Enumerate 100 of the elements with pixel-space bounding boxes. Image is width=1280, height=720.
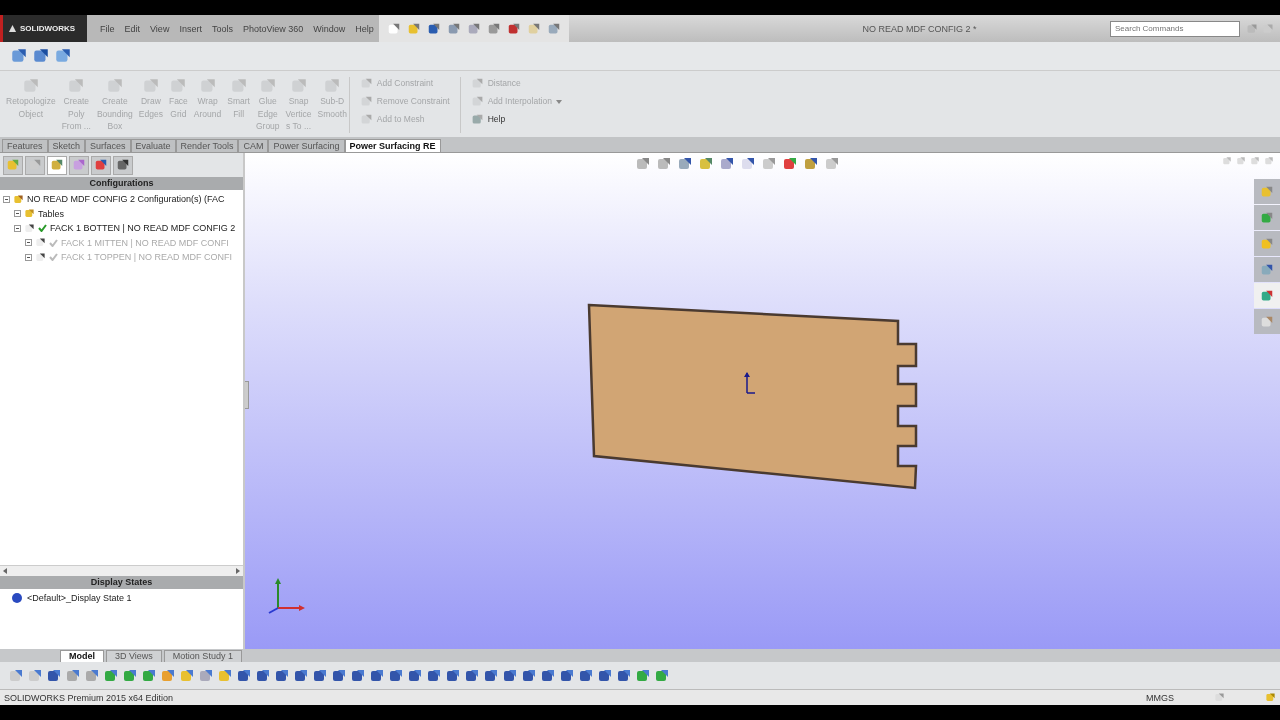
toolbar-icon[interactable] xyxy=(597,667,613,684)
tree-item[interactable]: FACK 1 MITTEN | NO READ MDF CONFI xyxy=(61,237,229,248)
toolbar-icon[interactable] xyxy=(426,667,442,684)
toolbar-icon[interactable] xyxy=(521,667,537,684)
toolbar-icon[interactable] xyxy=(483,667,499,684)
toolbar-icon[interactable] xyxy=(160,667,176,684)
command-tab[interactable]: Surfaces xyxy=(85,139,131,152)
view-tool-icon[interactable] xyxy=(656,156,672,172)
toolbar-icon[interactable] xyxy=(369,667,385,684)
toolbar-icon[interactable] xyxy=(526,21,541,36)
window-control-icon[interactable] xyxy=(1250,156,1260,166)
menu-item[interactable]: PhotoView 360 xyxy=(237,23,309,34)
toolbar-icon[interactable] xyxy=(388,667,404,684)
model-tab[interactable]: Motion Study 1 xyxy=(163,650,242,662)
toolbar-icon[interactable] xyxy=(312,667,328,684)
toolbar-icon[interactable] xyxy=(255,667,271,684)
toolbar-icon[interactable] xyxy=(331,667,347,684)
collapse-icon[interactable] xyxy=(14,224,21,232)
toolbar-icon[interactable] xyxy=(8,667,24,684)
task-pane-tab[interactable] xyxy=(1254,205,1280,230)
command-tab[interactable]: Power Surfacing RE xyxy=(344,139,441,152)
tool-icon[interactable] xyxy=(470,113,484,126)
toolbar-icon[interactable] xyxy=(103,667,119,684)
toolbar-icon[interactable] xyxy=(27,667,43,684)
command-tab[interactable]: CAM xyxy=(238,139,269,152)
window-control-icon[interactable] xyxy=(1222,156,1232,166)
collapse-icon[interactable] xyxy=(3,195,10,203)
menu-item[interactable]: Insert xyxy=(174,23,207,34)
command-tab[interactable]: Evaluate xyxy=(130,139,176,152)
command-tab[interactable]: Features xyxy=(2,139,48,152)
toolbar-icon[interactable] xyxy=(179,667,195,684)
menu-item[interactable]: Tools xyxy=(206,23,238,34)
toolbar-icon[interactable] xyxy=(141,667,157,684)
task-pane-tab[interactable] xyxy=(1254,179,1280,204)
scroll-left-icon[interactable] xyxy=(3,568,7,574)
view-tool-icon[interactable] xyxy=(635,156,651,172)
toolbar-icon[interactable] xyxy=(445,667,461,684)
status-icon[interactable] xyxy=(1214,692,1225,703)
toolbar-icon[interactable] xyxy=(654,667,670,684)
toolbar-icon[interactable] xyxy=(616,667,632,684)
view-tool-icon[interactable] xyxy=(698,156,714,172)
tree-item[interactable]: NO READ MDF CONFIG 2 Configuration(s) (FAC xyxy=(27,194,225,205)
toolbar-icon[interactable] xyxy=(426,21,441,36)
toolbar-icon[interactable] xyxy=(54,47,72,65)
toolbar-icon[interactable] xyxy=(559,667,575,684)
menu-item[interactable]: Help xyxy=(350,23,379,34)
toolbar-icon[interactable] xyxy=(65,667,81,684)
model-tab[interactable]: Model xyxy=(60,650,104,662)
panel-tab[interactable] xyxy=(91,155,111,175)
view-tool-icon[interactable] xyxy=(677,156,693,172)
toolbar-icon[interactable] xyxy=(506,21,521,36)
toolbar-icon[interactable] xyxy=(635,667,651,684)
command-tab[interactable]: Render Tools xyxy=(175,139,239,152)
scroll-right-icon[interactable] xyxy=(236,568,240,574)
tree-item[interactable]: Tables xyxy=(38,208,64,219)
board-drawing[interactable] xyxy=(587,303,918,490)
toolbar-icon[interactable] xyxy=(406,21,421,36)
toolbar-icon[interactable] xyxy=(350,667,366,684)
toolbar-icon[interactable] xyxy=(236,667,252,684)
toolbar-icon[interactable] xyxy=(10,47,28,65)
task-pane-tab[interactable] xyxy=(1254,257,1280,282)
tree-item[interactable]: FACK 1 BOTTEN | NO READ MDF CONFIG 2 xyxy=(50,223,236,234)
ribbon-button[interactable]: Help xyxy=(470,113,562,126)
menu-item[interactable]: File xyxy=(95,23,120,34)
toolbar-icon[interactable] xyxy=(84,667,100,684)
toolbar-icon[interactable] xyxy=(446,21,461,36)
task-pane-tab[interactable] xyxy=(1254,231,1280,256)
view-tool-icon[interactable] xyxy=(740,156,756,172)
toolbar-icon[interactable] xyxy=(464,667,480,684)
toolbar-icon[interactable] xyxy=(407,667,423,684)
toolbar-icon[interactable] xyxy=(293,667,309,684)
toolbar-icon[interactable] xyxy=(217,667,233,684)
horizontal-scrollbar[interactable] xyxy=(0,565,243,576)
view-tool-icon[interactable] xyxy=(719,156,735,172)
view-tool-icon[interactable] xyxy=(803,156,819,172)
toolbar-icon[interactable] xyxy=(274,667,290,684)
toolbar-icon[interactable] xyxy=(198,667,214,684)
search-field[interactable]: Search Commands xyxy=(1110,20,1240,37)
toolbar-icon[interactable] xyxy=(540,667,556,684)
display-state-item[interactable]: <Default>_Display State 1 xyxy=(27,593,132,603)
menu-item[interactable]: Window xyxy=(308,23,351,34)
toolbar-icon[interactable] xyxy=(122,667,138,684)
toolbar-icon[interactable] xyxy=(486,21,501,36)
toolbar-icon[interactable] xyxy=(386,21,401,36)
toolbar-icon[interactable] xyxy=(578,667,594,684)
panel-tab[interactable] xyxy=(113,155,133,175)
task-pane-tab[interactable] xyxy=(1254,309,1280,334)
toolbar-icon[interactable] xyxy=(502,667,518,684)
command-tab[interactable]: Power Surfacing xyxy=(268,139,345,152)
window-control-icon[interactable] xyxy=(1236,156,1246,166)
window-control-icon[interactable] xyxy=(1264,156,1274,166)
toolbar-icon[interactable] xyxy=(46,667,62,684)
command-tab[interactable]: Sketch xyxy=(47,139,86,152)
toolbar-icon[interactable] xyxy=(546,21,561,36)
model-tab[interactable]: 3D Views xyxy=(106,650,162,662)
tree-item[interactable]: FACK 1 TOPPEN | NO READ MDF CONFI xyxy=(61,252,233,263)
toolbar-icon[interactable] xyxy=(466,21,481,36)
units-label[interactable]: MMGS xyxy=(1146,692,1174,703)
menu-item[interactable]: View xyxy=(145,23,175,34)
menu-item[interactable]: Edit xyxy=(119,23,146,34)
